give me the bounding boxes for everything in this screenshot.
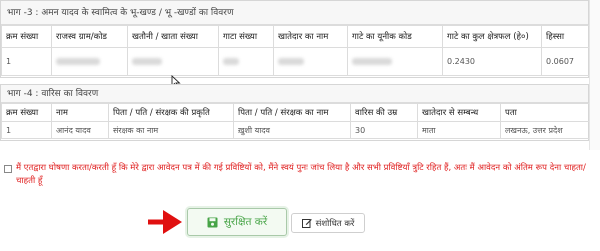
col-owner: खातेदार का नाम	[273, 25, 348, 48]
cell-sno: 1	[1, 47, 52, 76]
col-area: गाटे का कुल क्षेत्रफल (हे०)	[442, 25, 542, 48]
arrow-right-icon	[148, 210, 182, 234]
col-village: राजस्व ग्राम/कोड	[51, 25, 128, 48]
cell-unique-code-redacted	[347, 47, 443, 76]
col-guardian-type: पिता / पति / संरक्षक की प्रकृति	[108, 103, 234, 122]
cell-address: लखनऊ, उत्तर प्रदेश	[500, 121, 591, 139]
col-relation: खातेदार से सम्बन्ध	[417, 103, 501, 122]
cell-village-redacted	[51, 47, 128, 76]
col-guardian-name: पिता / पति / संरक्षक का नाम	[233, 103, 351, 122]
col-share: हिस्सा	[541, 25, 591, 48]
cell-area: 0.2430	[442, 47, 542, 76]
edit-icon	[301, 219, 312, 228]
floppy-disk-icon	[207, 217, 218, 227]
cell-age: 30	[350, 121, 418, 139]
table-row: 1 आनंद यादव संरक्षक का नाम ख़ुशी यादव 30…	[1, 121, 591, 139]
declaration-checkbox[interactable]	[4, 165, 12, 173]
land-parcel-table: क्रम संख्या राजस्व ग्राम/कोड खतौनी / खात…	[1, 25, 591, 76]
section4-title: भाग -4 : वारिस का विवरण	[1, 85, 588, 103]
declaration-text: मैं एतद्वारा घोषणा करता/करती हूँ कि मेरे…	[16, 163, 586, 186]
col-name: नाम	[51, 103, 109, 122]
cell-owner-redacted	[273, 47, 348, 76]
edit-button-label: संशोधित करें	[315, 218, 355, 229]
cell-name: आनंद यादव	[51, 121, 109, 139]
table-row: 1 0.2430 0.0607	[1, 47, 591, 76]
scrollbar[interactable]	[589, 0, 600, 150]
col-unique-code: गाटे का यूनीक कोड	[347, 25, 443, 48]
table-header-row: क्रम संख्या राजस्व ग्राम/कोड खतौनी / खात…	[1, 25, 591, 48]
table-header-row: क्रम संख्या नाम पिता / पति / संरक्षक की …	[1, 103, 591, 122]
edit-button[interactable]: संशोधित करें	[291, 213, 365, 233]
declaration: मैं एतद्वारा घोषणा करता/करती हूँ कि मेरे…	[0, 162, 595, 188]
cell-guardian-name: ख़ुशी यादव	[233, 121, 351, 139]
col-address: पता	[500, 103, 591, 122]
col-khata: खतौनी / खाता संख्या	[127, 25, 219, 48]
save-button-label: सुरक्षित करें	[223, 216, 268, 228]
col-sno: क्रम संख्या	[1, 103, 52, 122]
cell-sno: 1	[1, 121, 52, 139]
cell-relation: माता	[417, 121, 501, 139]
section3-panel: भाग -3 : अमन यादव के स्वामित्व के भू-खण्…	[0, 0, 591, 78]
cell-share: 0.0607	[541, 47, 591, 76]
cell-gata-redacted	[218, 47, 274, 76]
col-sno: क्रम संख्या	[1, 25, 52, 48]
col-age: वारिस की उम्र	[350, 103, 418, 122]
save-button[interactable]: सुरक्षित करें	[187, 208, 287, 236]
section4-panel: भाग -4 : वारिस का विवरण क्रम संख्या नाम …	[0, 84, 591, 141]
section3-title: भाग -3 : अमन यादव के स्वामित्व के भू-खण्…	[1, 1, 588, 25]
col-gata: गाटा संख्या	[218, 25, 274, 48]
cell-guardian-type: संरक्षक का नाम	[108, 121, 234, 139]
cell-khata-redacted	[127, 47, 219, 76]
heir-table: क्रम संख्या नाम पिता / पति / संरक्षक की …	[1, 103, 591, 139]
